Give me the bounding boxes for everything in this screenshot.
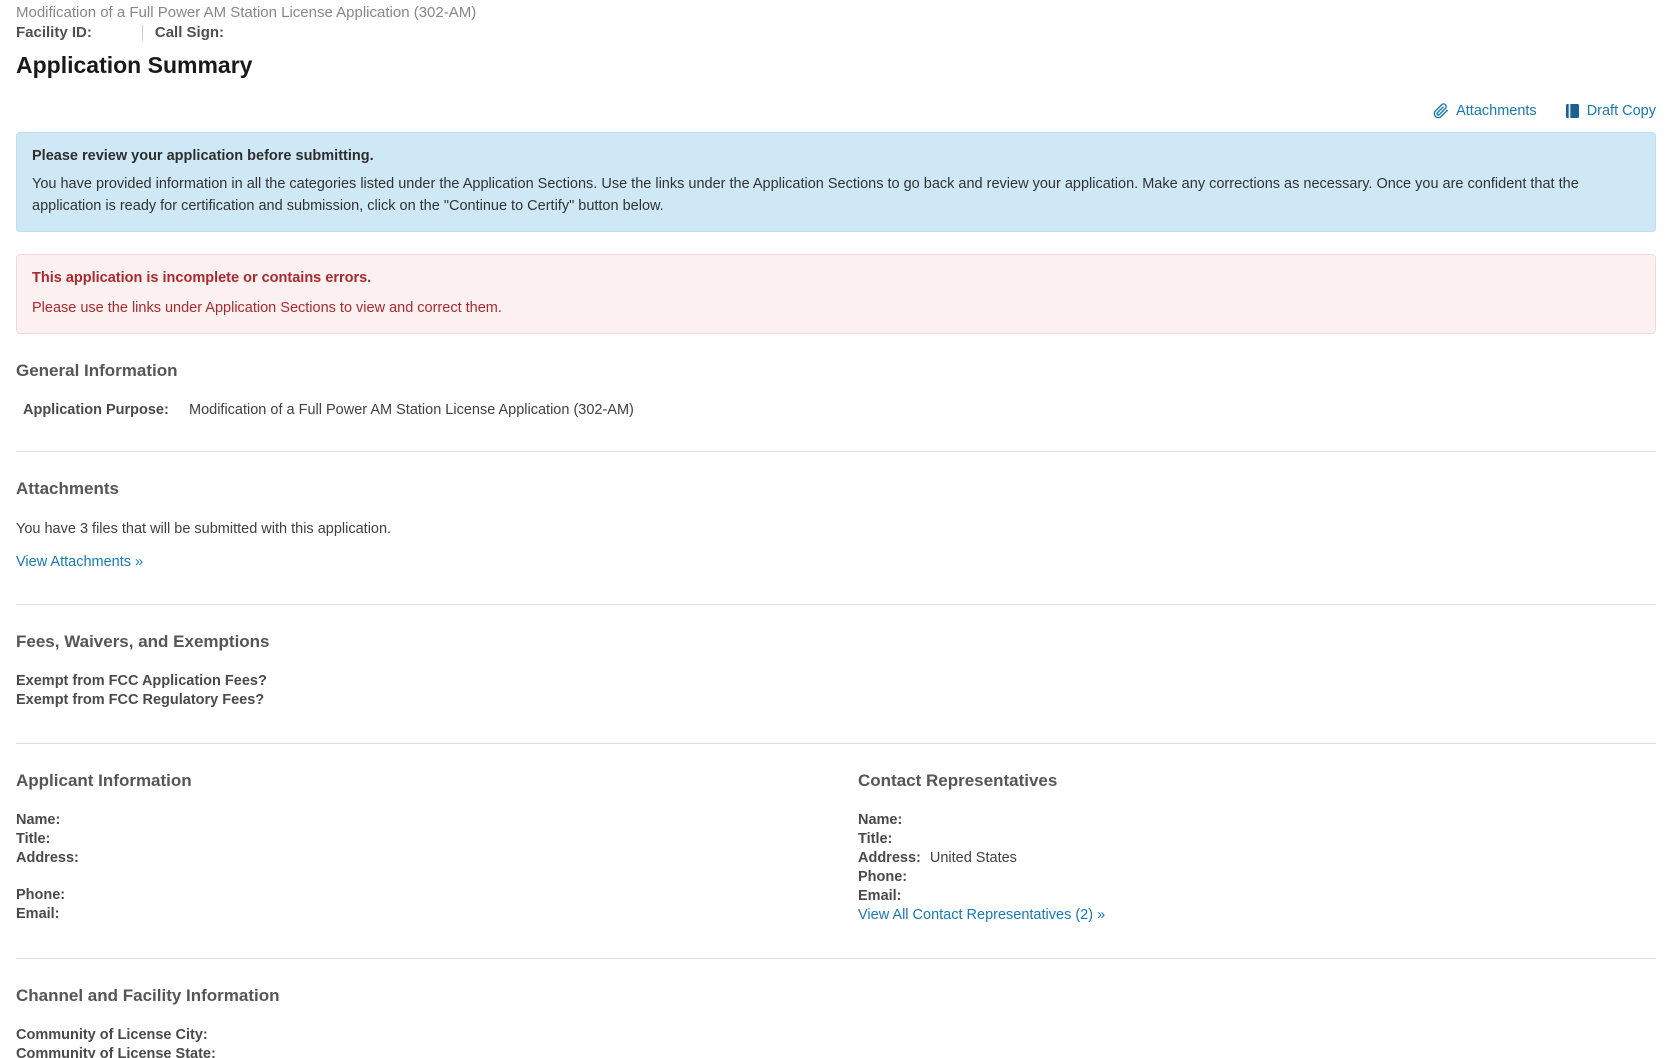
application-purpose-row: Application Purpose: Modification of a F… xyxy=(16,402,1656,418)
contact-address-label: Address: xyxy=(858,849,921,866)
view-attachments-link[interactable]: View Attachments » xyxy=(16,554,143,570)
section-channel-facility: Channel and Facility Information Communi… xyxy=(16,986,1656,1058)
fees-heading: Fees, Waivers, and Exemptions xyxy=(16,631,270,651)
community-state-label: Community of License State: xyxy=(16,1045,216,1058)
contact-address-value: United States xyxy=(929,849,1017,866)
contact-name-label: Name: xyxy=(858,811,903,828)
attachments-link-label: Attachments xyxy=(1456,103,1537,119)
applicant-contact-columns: Applicant Information Name: Title: Addre… xyxy=(16,744,1656,925)
facility-callsign-line: Facility ID: Call Sign: xyxy=(16,24,1656,41)
section-general-information: General Information Application Purpose:… xyxy=(16,361,1656,418)
applicant-name-label: Name: xyxy=(16,811,61,828)
applicant-address-label: Address: xyxy=(16,849,79,866)
applicant-information-heading: Applicant Information xyxy=(16,770,192,790)
application-purpose-value: Modification of a Full Power AM Station … xyxy=(189,401,634,418)
attachments-heading: Attachments xyxy=(16,478,119,498)
applicant-phone-label: Phone: xyxy=(16,886,66,903)
review-notice: Please review your application before su… xyxy=(16,132,1656,233)
section-applicant-information: Applicant Information Name: Title: Addre… xyxy=(16,744,858,924)
facility-id-label: Facility ID: xyxy=(16,24,92,41)
application-type-text: Modification of a Full Power AM Station … xyxy=(16,4,477,21)
view-all-contacts-link[interactable]: View All Contact Representatives (2) » xyxy=(858,906,1105,925)
page-title: Application Summary xyxy=(16,52,253,78)
draft-copy-link[interactable]: Draft Copy xyxy=(1565,103,1656,119)
general-information-heading: General Information xyxy=(16,360,178,380)
error-notice-title: This application is incomplete or contai… xyxy=(32,270,372,287)
applicant-title-label: Title: xyxy=(16,830,51,847)
contact-representatives-heading: Contact Representatives xyxy=(858,770,1058,790)
review-notice-body: You have provided information in all the… xyxy=(32,176,1579,214)
section-divider xyxy=(16,957,1656,959)
attachments-summary-text: You have 3 files that will be submitted … xyxy=(16,520,392,537)
book-icon xyxy=(1565,103,1580,119)
section-divider xyxy=(16,450,1656,452)
applicant-email-label: Email: xyxy=(16,905,60,922)
fees-labels: Exempt from FCC Application Fees? Exempt… xyxy=(16,672,1656,710)
community-city-label: Community of License City: xyxy=(16,1026,208,1043)
paperclip-icon xyxy=(1433,103,1449,119)
application-summary-page: Modification of a Full Power AM Station … xyxy=(0,0,1672,1058)
section-fees: Fees, Waivers, and Exemptions Exempt fro… xyxy=(16,632,1656,710)
error-notice: This application is incomplete or contai… xyxy=(16,254,1656,334)
section-divider xyxy=(16,603,1656,605)
exempt-regulatory-fees-label: Exempt from FCC Regulatory Fees? xyxy=(16,691,265,708)
exempt-application-fees-label: Exempt from FCC Application Fees? xyxy=(16,672,267,689)
contact-title-label: Title: xyxy=(858,830,893,847)
section-attachments: Attachments You have 3 files that will b… xyxy=(16,479,1656,571)
channel-facility-heading: Channel and Facility Information xyxy=(16,985,280,1005)
contact-phone-label: Phone: xyxy=(858,868,908,885)
vertical-divider xyxy=(141,24,143,41)
section-contact-representatives: Contact Representatives Name: Title: Add… xyxy=(858,744,1656,925)
application-purpose-label: Application Purpose: xyxy=(23,401,169,418)
contact-email-label: Email: xyxy=(858,887,902,904)
attachments-link[interactable]: Attachments xyxy=(1433,103,1537,119)
error-notice-body: Please use the links under Application S… xyxy=(32,299,502,316)
review-notice-title: Please review your application before su… xyxy=(32,148,374,164)
draft-copy-link-label: Draft Copy xyxy=(1586,103,1656,119)
call-sign-label: Call Sign: xyxy=(154,24,225,41)
toolbar: Attachments Draft Copy xyxy=(16,103,1656,119)
blank-address-line xyxy=(16,868,858,886)
